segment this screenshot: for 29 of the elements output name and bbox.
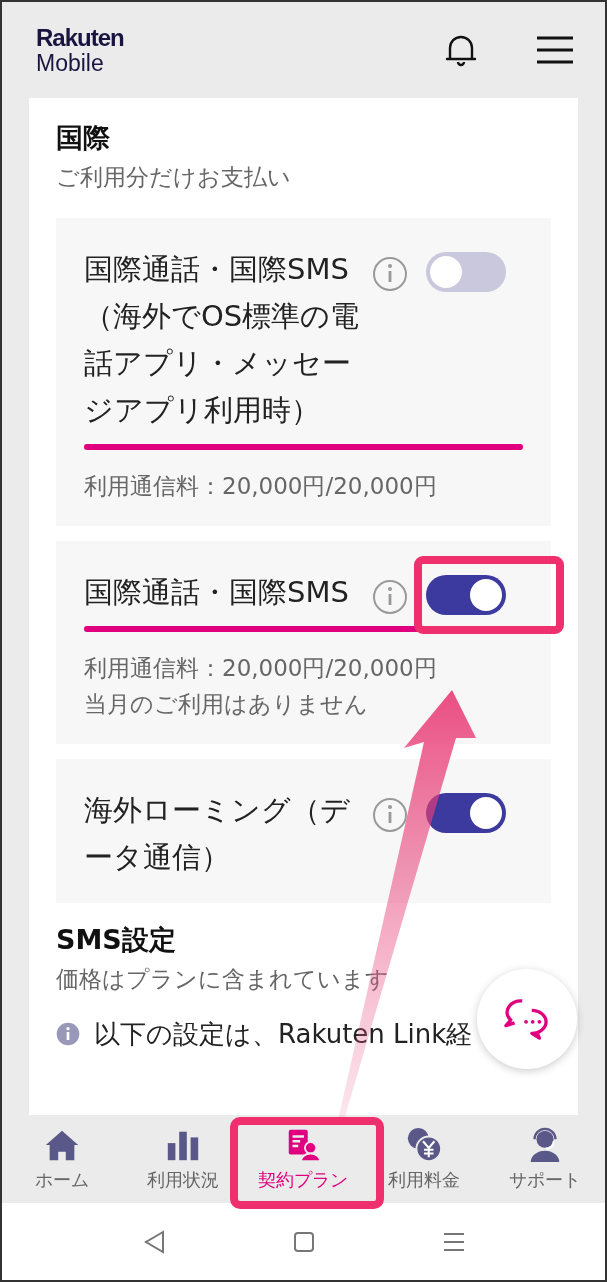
- back-icon[interactable]: [142, 1229, 165, 1254]
- info-icon: [56, 1022, 80, 1046]
- info-text: 以下の設定は、Rakuten Link経: [94, 1018, 473, 1051]
- nav-tab[interactable]: 利用状況: [122, 1115, 244, 1203]
- section-subtitle: ご利用分だけお支払い: [56, 163, 292, 192]
- recent-apps-icon[interactable]: [442, 1230, 465, 1253]
- nav-tab[interactable]: サポート: [484, 1115, 605, 1203]
- usage-note: 当月のご利用はありません: [84, 690, 369, 719]
- section-title: 国際: [56, 121, 111, 155]
- menu-icon[interactable]: [537, 36, 573, 64]
- info-icon[interactable]: [372, 256, 408, 292]
- toggle-switch[interactable]: [426, 252, 506, 292]
- usage-note: 利用通信料：20,000円/20,000円: [84, 654, 438, 683]
- setting-label: 国際通話・国際SMS（海外でOS標準の電話アプリ・メッセージアプリ利用時）: [84, 251, 361, 429]
- coins-icon: [405, 1126, 444, 1164]
- toggle-switch[interactable]: [426, 575, 506, 615]
- nav-tab[interactable]: 利用料金: [363, 1115, 485, 1203]
- info-icon[interactable]: [372, 579, 408, 615]
- nav-tab[interactable]: 契約プラン: [243, 1115, 364, 1203]
- rakuten-mobile-logo[interactable]: Rakuten Mobile: [36, 25, 124, 75]
- home-square-icon[interactable]: [292, 1230, 315, 1253]
- usage-note: 利用通信料：20,000円/20,000円: [84, 472, 438, 501]
- setting-label: 国際通話・国際SMS: [84, 574, 350, 611]
- info-icon[interactable]: [372, 797, 408, 833]
- section-title: SMS設定: [56, 923, 177, 957]
- nav-tab[interactable]: ホーム: [2, 1115, 123, 1203]
- section-subtitle: 価格はプランに含まれています: [56, 965, 390, 994]
- chat-bubbles-icon: [503, 998, 551, 1040]
- setting-label: 海外ローミング（データ通信）: [84, 792, 351, 876]
